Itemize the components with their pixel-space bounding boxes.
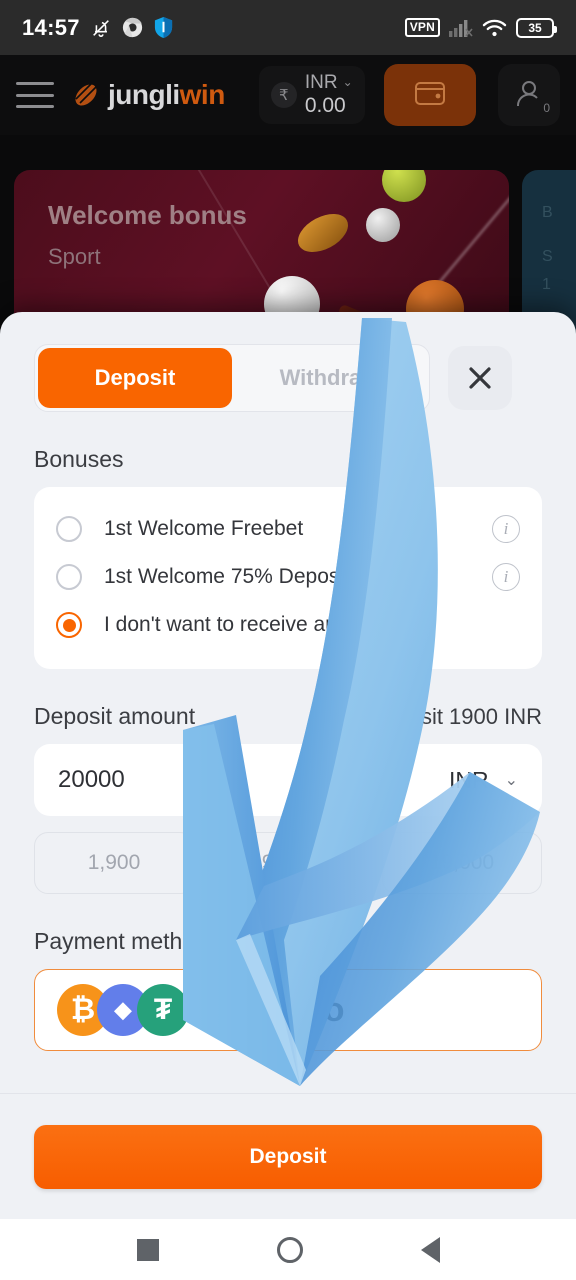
payment-method-name: Crypto xyxy=(235,990,345,1029)
bonus-option-none[interactable]: I don't want to receive any bonus xyxy=(56,601,520,649)
deposit-amount-value[interactable]: 20000 xyxy=(58,766,449,794)
info-icon-deposit75[interactable]: i xyxy=(492,563,520,591)
deposit-withdraw-tabs: Deposit Withdraw xyxy=(34,344,430,412)
back-triangle-icon[interactable] xyxy=(420,1236,440,1263)
brand-logo[interactable]: jungliwin xyxy=(72,79,225,111)
banner-subtitle: Sport xyxy=(48,244,101,269)
battery-icon: 35 xyxy=(516,17,557,38)
phone-screen: 14:57 VPN 35 jungliwin ₹ INR ⌄ 0.00 0 We… xyxy=(0,0,576,1280)
wallet-button[interactable] xyxy=(384,64,476,126)
close-icon xyxy=(469,367,491,389)
chevron-down-icon[interactable]: ⌄ xyxy=(505,770,518,790)
currency-stack: INR ⌄ 0.00 xyxy=(305,72,353,118)
crypto-icon-group: ₿ ◆ ₮ xyxy=(57,984,189,1036)
close-button[interactable] xyxy=(448,346,512,410)
bell-muted-icon xyxy=(90,17,112,39)
bonuses-title: Bonuses xyxy=(34,446,124,472)
currency-row: INR ⌄ xyxy=(305,72,353,94)
tether-icon: ₮ xyxy=(137,984,189,1036)
quick-amount-2[interactable]: 9,500 xyxy=(208,832,368,894)
recents-square-icon[interactable] xyxy=(136,1238,159,1261)
app-header: jungliwin ₹ INR ⌄ 0.00 0 xyxy=(0,55,576,135)
radio-freebet[interactable] xyxy=(56,516,82,542)
chevron-down-icon: ⌄ xyxy=(342,75,353,90)
radio-no-bonus[interactable] xyxy=(56,612,82,638)
currency-selector[interactable]: ₹ INR ⌄ 0.00 xyxy=(258,66,365,124)
chrome-icon xyxy=(122,17,143,38)
tab-deposit[interactable]: Deposit xyxy=(38,348,232,408)
payment-method-title: Payment method xyxy=(34,928,208,954)
profile-button[interactable]: 0 xyxy=(498,64,560,126)
status-bar: 14:57 VPN 35 xyxy=(0,0,576,55)
bonus-option-freebet[interactable]: 1st Welcome Freebet i xyxy=(56,505,520,553)
balance-amount: 0.00 xyxy=(304,93,346,117)
wallet-icon xyxy=(413,78,447,113)
wifi-icon xyxy=(482,18,507,38)
amount-header-row: Deposit amount Min deposit 1900 INR xyxy=(34,703,542,730)
clock: 14:57 xyxy=(22,14,80,40)
battery-level: 35 xyxy=(528,20,542,35)
deposit-amount-title: Deposit amount xyxy=(34,703,196,729)
logo-text: jungliwin xyxy=(108,79,225,110)
profile-icon xyxy=(513,77,545,114)
ball-tennis xyxy=(382,170,426,202)
tab-withdraw[interactable]: Withdraw xyxy=(232,348,426,408)
profile-count: 0 xyxy=(543,101,550,115)
bonus-option-deposit75[interactable]: 1st Welcome 75% Deposit i xyxy=(56,553,520,601)
deposit-amount-field[interactable]: 20000 INR ⌄ xyxy=(34,744,542,816)
deposit-limit-note: Min deposit 1900 INR xyxy=(330,704,542,729)
banner-next-line1: B xyxy=(542,204,553,221)
currency-code: INR xyxy=(304,72,338,93)
amount-currency: INR xyxy=(448,766,489,793)
deposit-modal-body: Deposit Withdraw Bonuses 1st Welcome Fre… xyxy=(0,312,576,1051)
quick-amount-1[interactable]: 1,900 xyxy=(34,832,194,894)
hamburger-menu-icon[interactable] xyxy=(16,82,54,108)
home-circle-icon[interactable] xyxy=(276,1236,303,1263)
tab-row: Deposit Withdraw xyxy=(34,344,542,412)
banner-title: Welcome bonus xyxy=(48,200,247,230)
rupee-icon: ₹ xyxy=(270,81,297,108)
banner-next-line3: 1 xyxy=(542,276,551,293)
logo-mark-icon xyxy=(72,81,100,109)
bonuses-card: 1st Welcome Freebet i 1st Welcome 75% De… xyxy=(34,487,542,669)
bonus-label-freebet: 1st Welcome Freebet xyxy=(104,517,304,540)
ball-golf xyxy=(366,208,400,242)
status-bar-left: 14:57 xyxy=(22,15,174,41)
info-icon-freebet[interactable]: i xyxy=(492,515,520,543)
payment-method-crypto[interactable]: ₿ ◆ ₮ Crypto xyxy=(34,969,542,1051)
deposit-modal-footer: Deposit xyxy=(0,1093,576,1219)
banner-next-line2: S xyxy=(542,248,553,265)
signal-icon xyxy=(449,18,473,38)
radio-deposit75[interactable] xyxy=(56,564,82,590)
bonus-label-deposit75: 1st Welcome 75% Deposit xyxy=(104,565,350,588)
shield-icon xyxy=(153,16,174,39)
quick-amount-3[interactable]: 19,000 xyxy=(382,832,542,894)
quick-amount-chips: 1,900 9,500 19,000 xyxy=(34,832,542,894)
android-navigation-bar xyxy=(0,1219,576,1280)
deposit-modal: Deposit Withdraw Bonuses 1st Welcome Fre… xyxy=(0,312,576,1219)
ball-football xyxy=(291,206,355,260)
vpn-badge: VPN xyxy=(404,18,440,37)
status-bar-right: VPN 35 xyxy=(404,17,557,38)
submit-deposit-button[interactable]: Deposit xyxy=(34,1124,542,1189)
bonus-label-none: I don't want to receive any bonus xyxy=(104,613,411,636)
